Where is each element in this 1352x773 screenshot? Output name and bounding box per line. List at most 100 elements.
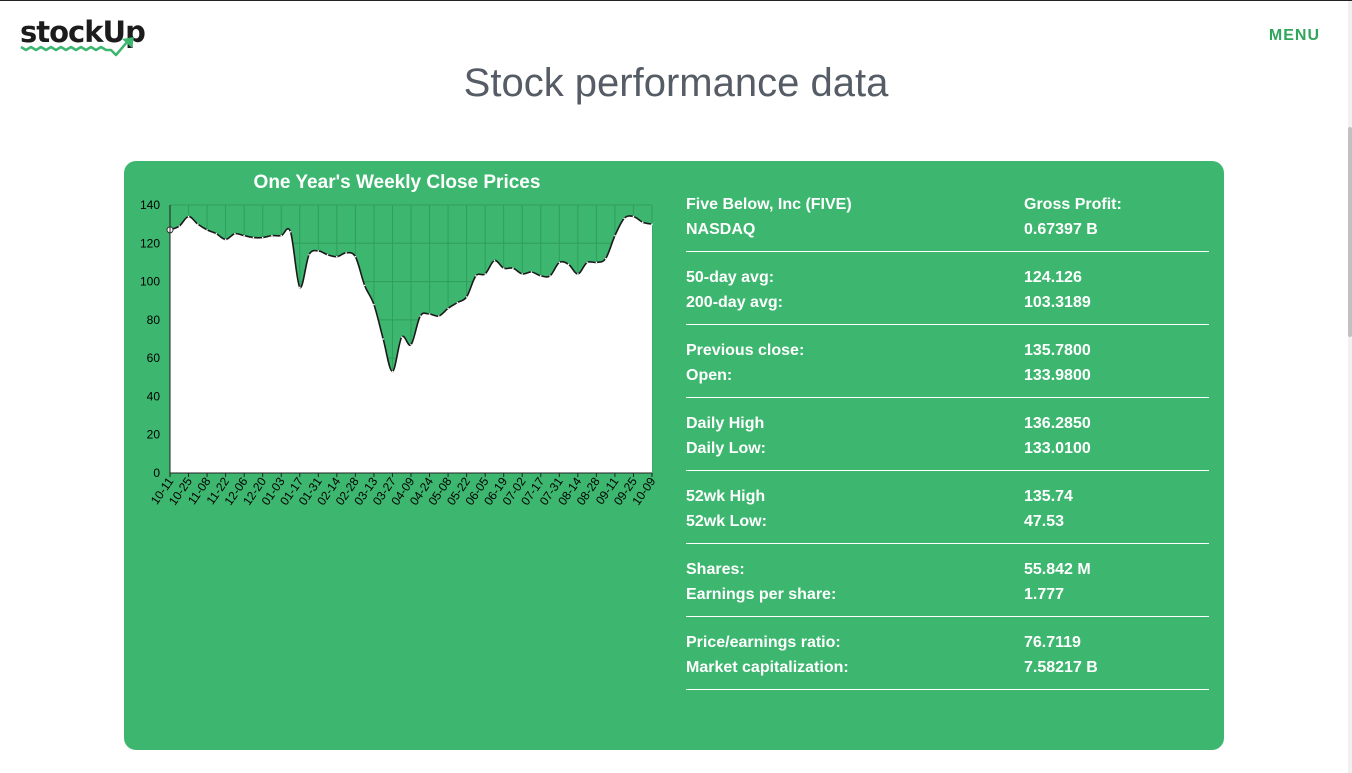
stat-label: Earnings per share: [686, 585, 837, 603]
data-point [512, 267, 514, 269]
data-point [502, 267, 505, 269]
data-point [298, 286, 301, 289]
y-tick-label: 80 [147, 313, 161, 327]
stat-group: 50-day avg: 124.126 200-day avg: 103.3189 [686, 260, 1209, 325]
data-point [261, 236, 264, 239]
data-point [206, 229, 208, 231]
stat-value: 0.67397 B [1024, 220, 1098, 238]
stat-value: 136.2850 [1024, 414, 1091, 432]
stat-group: 52wk High 135.74 52wk Low: 47.53 [686, 479, 1209, 544]
data-point [410, 343, 412, 346]
stat-value: 47.53 [1024, 512, 1065, 530]
data-point [243, 234, 245, 237]
data-point [604, 257, 607, 260]
data-point [456, 301, 459, 304]
stat-value: 135.7800 [1024, 341, 1091, 359]
menu-button[interactable]: MENU [1269, 27, 1320, 45]
data-point [447, 307, 449, 310]
data-point [187, 215, 190, 218]
data-point [623, 217, 625, 220]
data-point [326, 253, 329, 256]
stat-row: Earnings per share: 1.777 [686, 582, 1209, 607]
data-point [252, 236, 255, 239]
stat-row: Shares: 55.842 M [686, 557, 1209, 582]
data-point [539, 275, 542, 277]
stats-panel: Five Below, Inc (FIVE) Gross Profit: NASDA… [686, 187, 1209, 698]
stat-label: Previous close: [686, 341, 805, 359]
stat-row: 50-day avg: 124.126 [686, 265, 1209, 290]
stat-group: Previous close: 135.7800 Open: 133.9800 [686, 333, 1209, 398]
data-point [271, 234, 273, 237]
stat-row: 200-day avg: 103.3189 [686, 290, 1209, 315]
data-point [465, 296, 468, 298]
stat-value: Gross Profit: [1024, 195, 1122, 213]
data-point [521, 273, 524, 275]
data-point [641, 221, 644, 224]
data-point [614, 234, 616, 237]
stat-row: Previous close: 135.7800 [686, 338, 1209, 363]
stat-value: 133.9800 [1024, 366, 1091, 384]
data-point [317, 250, 320, 252]
stat-row: Daily Low: 133.0100 [686, 436, 1209, 461]
data-point [484, 273, 486, 275]
stat-label: 52wk High [686, 487, 766, 505]
data-point [475, 275, 477, 277]
data-point [308, 253, 310, 256]
stat-label: 200-day avg: [686, 293, 783, 311]
data-point [178, 225, 181, 227]
data-point [586, 261, 588, 264]
stat-group: Daily High 136.2850 Daily Low: 133.0100 [686, 406, 1209, 471]
stat-value: 1.777 [1024, 585, 1065, 603]
stat-value: 103.3189 [1024, 293, 1091, 311]
stat-label: 52wk Low: [686, 512, 767, 530]
data-point [400, 336, 403, 338]
data-point [651, 223, 653, 225]
y-tick-label: 120 [140, 236, 160, 250]
stat-label: Daily High [686, 414, 765, 432]
stat-value: 135.74 [1024, 487, 1073, 505]
data-point [595, 261, 598, 264]
stat-label: Price/earnings ratio: [686, 633, 841, 651]
data-point [577, 273, 579, 275]
chart-title: One Year's Weekly Close Prices [253, 172, 541, 193]
stat-row: Price/earnings ratio: 76.7119 [686, 630, 1209, 655]
stat-value: 133.0100 [1024, 439, 1091, 457]
stat-group: Shares: 55.842 M Earnings per share: 1.777 [686, 552, 1209, 617]
data-point [530, 271, 533, 273]
y-tick-label: 20 [147, 428, 161, 442]
data-point [419, 315, 422, 317]
stockup-logo[interactable]: stockUp [20, 15, 150, 61]
stat-label: Shares: [686, 560, 745, 578]
stat-group: Five Below, Inc (FIVE) Gross Profit: NASDA… [686, 187, 1209, 252]
trend-arrow-icon [20, 37, 134, 57]
scrollbar[interactable] [1348, 1, 1352, 773]
y-tick-label: 40 [147, 389, 161, 403]
stat-label: NASDAQ [686, 220, 756, 238]
data-point [428, 313, 431, 315]
data-point [354, 255, 357, 258]
y-tick-label: 60 [147, 351, 161, 365]
stat-row: Daily High 136.2850 [686, 411, 1209, 436]
data-point [234, 232, 236, 235]
data-point [558, 261, 561, 264]
stat-label: Open: [686, 366, 733, 384]
stat-row: Five Below, Inc (FIVE) Gross Profit: [686, 192, 1209, 217]
y-tick-label: 140 [140, 198, 160, 212]
data-point [336, 255, 338, 258]
data-point [224, 238, 227, 241]
stat-value: 124.126 [1024, 268, 1082, 286]
stat-row: 52wk High 135.74 [686, 484, 1209, 509]
data-point [382, 338, 384, 340]
stat-value: 76.7119 [1024, 633, 1081, 651]
stat-group: Price/earnings ratio: 76.7119 Market capit… [686, 625, 1209, 690]
y-tick-label: 100 [140, 275, 160, 289]
stat-label: Market capitalization: [686, 658, 849, 676]
stat-value: 7.58217 B [1024, 658, 1098, 676]
data-point [493, 259, 496, 262]
stock-card: One Year's Weekly Close Prices 0 20 40 60 80… [124, 161, 1224, 750]
scrollbar-thumb[interactable] [1348, 127, 1352, 337]
data-point [632, 215, 635, 218]
y-tick-label: 0 [153, 466, 160, 480]
stat-label: Five Below, Inc (FIVE) [686, 195, 852, 213]
stat-row: Market capitalization: 7.58217 B [686, 655, 1209, 680]
